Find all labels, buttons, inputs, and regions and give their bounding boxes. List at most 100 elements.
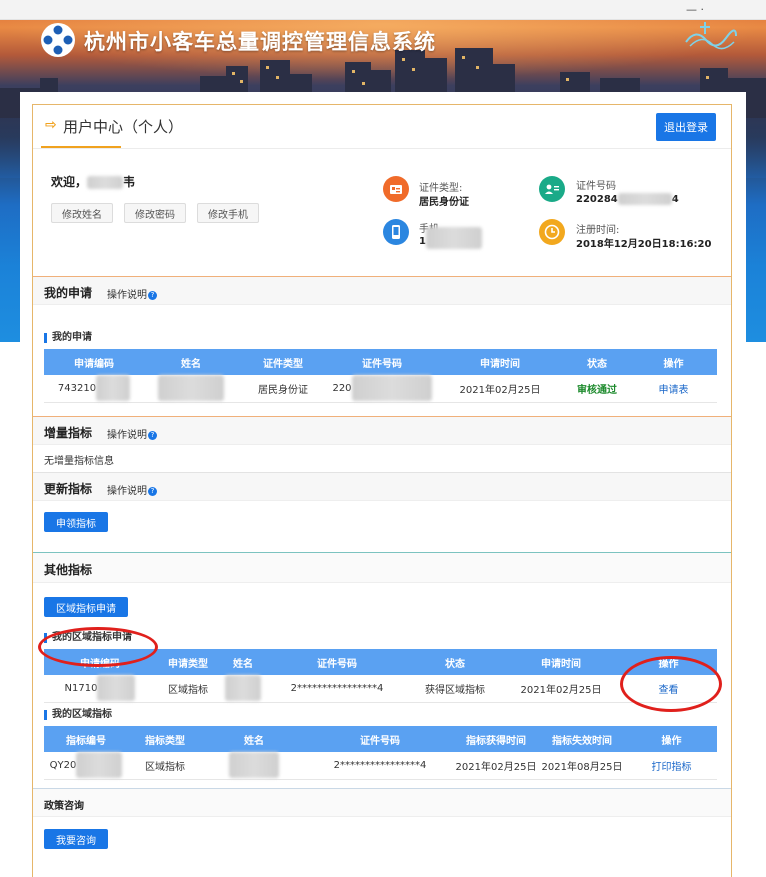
col-apply-type: 申请类型 xyxy=(156,649,220,675)
question-icon: ? xyxy=(148,430,157,440)
other-bar: 其他指标 xyxy=(33,553,731,583)
site-title: 杭州市小客车总量调控管理信息系统 xyxy=(84,30,436,54)
browser-top-strip: — · xyxy=(0,0,766,20)
col-status: 状态 xyxy=(408,649,502,675)
col-id-type: 证件类型 xyxy=(238,349,328,375)
annotation-circle xyxy=(38,627,158,667)
my-application-subtitle: 我的申请 xyxy=(44,333,92,343)
application-form-link[interactable]: 申请表 xyxy=(630,375,717,403)
user-center-title: 用户中心（个人） xyxy=(63,118,184,136)
renewal-bar: 更新指标 操作说明? xyxy=(33,473,731,501)
id-number-cell: 2****************4 xyxy=(266,675,408,703)
col-apply-time: 申请时间 xyxy=(502,649,620,675)
increment-body: 无增量指标信息 xyxy=(33,445,731,473)
col-status: 状态 xyxy=(564,349,630,375)
col-apply-time: 申请时间 xyxy=(436,349,564,375)
expire-time-cell: 2021年08月25日 xyxy=(538,752,626,780)
site-logo-icon xyxy=(41,23,75,57)
welcome-suffix: 韦 xyxy=(123,175,136,189)
id-type-label: 证件类型: xyxy=(419,183,463,194)
print-quota-link[interactable]: 打印指标 xyxy=(626,752,717,780)
id-number-cell: 220 xyxy=(328,375,436,403)
help-link[interactable]: 操作说明? xyxy=(107,482,157,497)
consult-button[interactable]: 我要咨询 xyxy=(44,829,108,849)
apply-time-cell: 2021年02月25日 xyxy=(436,375,564,403)
status-cell: 获得区域指标 xyxy=(408,675,502,703)
no-increment-text: 无增量指标信息 xyxy=(44,456,114,467)
hangzhou-corner-logo-icon xyxy=(685,22,737,50)
id-type-value: 居民身份证 xyxy=(419,197,469,208)
apply-time-cell: 2021年02月25日 xyxy=(502,675,620,703)
table-row: N1710 区域指标 2****************4 获得区域指标 202… xyxy=(44,675,717,703)
id-number-value: 220284 4 xyxy=(576,193,679,205)
table-row: 743210 居民身份证 220 2021年02月25日 审核通过 申请表 xyxy=(44,375,717,403)
renewal-body: 申领指标 xyxy=(33,501,731,553)
table-header-row: 指标编号 指标类型 姓名 证件号码 指标获得时间 指标失效时间 操作 xyxy=(44,726,717,752)
policy-title: 政策咨询 xyxy=(44,801,84,812)
phone-icon xyxy=(383,219,409,245)
question-icon: ? xyxy=(148,486,157,496)
col-name: 姓名 xyxy=(220,649,266,675)
apply-type-cell: 区域指标 xyxy=(156,675,220,703)
col-apply-code: 申请编码 xyxy=(44,349,144,375)
id-card-icon xyxy=(383,176,409,202)
col-id-number: 证件号码 xyxy=(328,349,436,375)
clock-icon xyxy=(539,219,565,245)
col-id-number: 证件号码 xyxy=(306,726,454,752)
help-link[interactable]: 操作说明? xyxy=(107,426,157,441)
col-name: 姓名 xyxy=(144,349,238,375)
policy-body: 我要咨询 xyxy=(33,817,731,877)
name-cell xyxy=(220,675,266,703)
regional-quota-apply-button[interactable]: 区域指标申请 xyxy=(44,597,128,617)
regional-quota-table: 指标编号 指标类型 姓名 证件号码 指标获得时间 指标失效时间 操作 QY20 … xyxy=(44,726,717,780)
annotation-circle xyxy=(620,656,722,712)
name-cell xyxy=(144,375,238,403)
my-application-table: 申请编码 姓名 证件类型 证件号码 申请时间 状态 操作 743210 居民身份… xyxy=(44,349,717,403)
regional-quota-subtitle: 我的区域指标 xyxy=(44,710,112,720)
main-card: ⇨ 用户中心（个人） 退出登录 欢迎， 韦 修改姓名 修改密码 修改手机 证件类型… xyxy=(20,92,746,877)
redacted-name xyxy=(87,176,124,189)
contact-card-icon xyxy=(539,176,565,202)
col-name: 姓名 xyxy=(202,726,306,752)
user-center-header: ⇨ 用户中心（个人） 退出登录 xyxy=(33,105,731,149)
quota-code-cell: QY20 xyxy=(44,752,128,780)
increment-bar: 增量指标 操作说明? xyxy=(33,417,731,445)
edit-password-button[interactable]: 修改密码 xyxy=(124,203,186,223)
quota-type-cell: 区域指标 xyxy=(128,752,202,780)
title-underline xyxy=(41,146,121,148)
name-cell xyxy=(202,752,306,780)
phone-value: 1 xyxy=(419,227,482,249)
edit-phone-button[interactable]: 修改手机 xyxy=(197,203,259,223)
id-type-cell: 居民身份证 xyxy=(238,375,328,403)
table-row: QY20 区域指标 2****************4 2021年02月25日… xyxy=(44,752,717,780)
other-title: 其他指标 xyxy=(44,563,93,577)
status-cell: 审核通过 xyxy=(564,375,630,403)
user-center-panel: ⇨ 用户中心（个人） 退出登录 欢迎， 韦 修改姓名 修改密码 修改手机 证件类型… xyxy=(32,104,732,877)
welcome-prefix: 欢迎， xyxy=(51,175,88,189)
apply-code-cell: N1710 xyxy=(44,675,156,703)
id-number-label: 证件号码 xyxy=(576,181,616,192)
profile-section: 欢迎， 韦 修改姓名 修改密码 修改手机 证件类型: 居民身份证 证件号码 220… xyxy=(33,149,731,277)
table-header-row: 申请编码 姓名 证件类型 证件号码 申请时间 状态 操作 xyxy=(44,349,717,375)
logout-button[interactable]: 退出登录 xyxy=(656,113,716,141)
renewal-title: 更新指标 xyxy=(44,482,93,496)
col-quota-code: 指标编号 xyxy=(44,726,128,752)
col-quota-type: 指标类型 xyxy=(128,726,202,752)
col-expire-time: 指标失效时间 xyxy=(538,726,626,752)
my-application-bar: 我的申请 操作说明? xyxy=(33,277,731,305)
obtained-time-cell: 2021年02月25日 xyxy=(454,752,538,780)
register-time-label: 注册时间: xyxy=(576,225,620,236)
apply-code-cell: 743210 xyxy=(44,375,144,403)
my-application-body: 我的申请 申请编码 姓名 证件类型 证件号码 申请时间 状态 操作 743210… xyxy=(33,305,731,417)
claim-quota-button[interactable]: 申领指标 xyxy=(44,512,108,532)
edit-name-button[interactable]: 修改姓名 xyxy=(51,203,113,223)
more-icon[interactable]: — · xyxy=(686,3,704,16)
policy-bar: 政策咨询 xyxy=(33,789,731,817)
id-number-cell: 2****************4 xyxy=(306,752,454,780)
help-link[interactable]: 操作说明? xyxy=(107,286,157,301)
col-action: 操作 xyxy=(626,726,717,752)
question-icon: ? xyxy=(148,290,157,300)
increment-title: 增量指标 xyxy=(44,426,93,440)
welcome-text: 欢迎， 韦 xyxy=(51,173,135,190)
col-id-number: 证件号码 xyxy=(266,649,408,675)
